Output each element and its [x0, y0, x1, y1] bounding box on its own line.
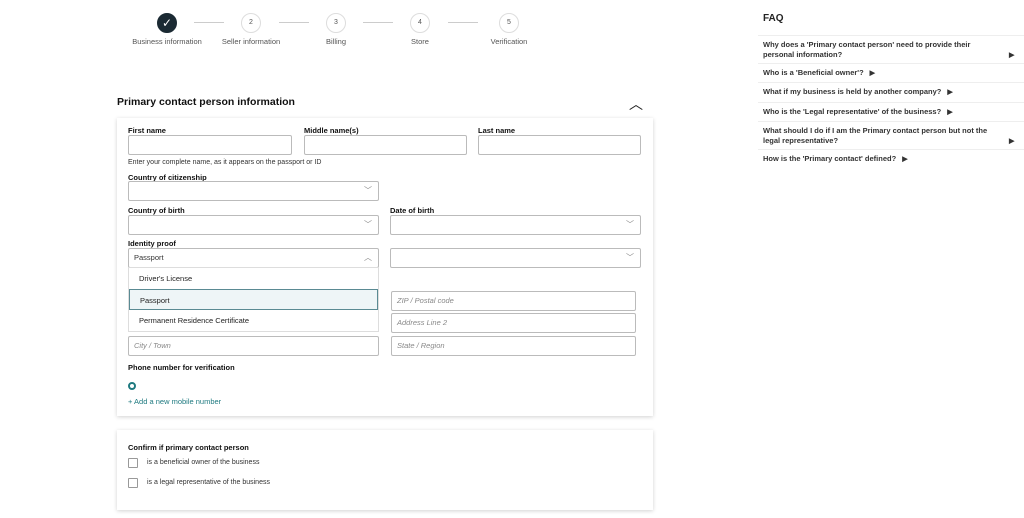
identity-value: Passport — [134, 253, 164, 262]
chevron-down-icon: ﹀ — [626, 220, 634, 229]
dob-label: Date of birth — [390, 206, 435, 215]
faq-text: How is the 'Primary contact' defined? — [763, 154, 897, 163]
step-number: 3 — [326, 13, 346, 33]
confirm-card — [117, 430, 653, 510]
middle-name-label: Middle name(s) — [304, 126, 359, 135]
option-drivers-license[interactable]: Driver's License — [129, 268, 378, 289]
name-hint: Enter your complete name, as it appears … — [128, 159, 322, 166]
caret-right-icon: ▶ — [1009, 138, 1015, 145]
confirm-title: Confirm if primary contact person — [128, 443, 249, 452]
check-icon: ✓ — [157, 13, 177, 33]
identity-proof-dropdown: Driver's License Passport Permanent Resi… — [128, 267, 379, 332]
collapse-chevron-icon[interactable]: ︿ — [629, 94, 643, 114]
first-name-label: First name — [128, 126, 166, 135]
chevron-up-icon: ︿ — [364, 253, 372, 262]
identity-proof-select[interactable]: Passport ︿ — [128, 248, 379, 268]
caret-right-icon: ▶ — [902, 156, 908, 163]
step-label: Seller information — [221, 37, 281, 46]
faq-item[interactable]: Why does a 'Primary contact person' need… — [758, 35, 1024, 65]
step-2: 2 Seller information — [211, 13, 291, 47]
faq-title: FAQ — [763, 13, 784, 24]
phone-radio[interactable] — [128, 382, 136, 390]
faq-item[interactable]: What if my business is held by another c… — [758, 82, 1024, 102]
chevron-down-icon: ﹀ — [626, 253, 634, 262]
caret-right-icon: ▶ — [947, 89, 953, 96]
caret-right-icon: ▶ — [947, 109, 953, 116]
caret-right-icon: ▶ — [1009, 52, 1015, 59]
caret-right-icon: ▶ — [869, 70, 876, 77]
faq-text: Why does a 'Primary contact person' need… — [763, 40, 971, 59]
last-name-label: Last name — [478, 126, 516, 135]
faq-text: What should I do if I am the Primary con… — [763, 126, 988, 145]
id-country-select[interactable]: ﹀ — [390, 248, 641, 268]
step-5: 5 Verification — [469, 13, 549, 47]
section-title: Primary contact person information — [117, 96, 295, 108]
step-number: 5 — [499, 13, 519, 33]
dob-select[interactable]: ﹀ — [390, 215, 641, 235]
city-input[interactable]: City / Town — [128, 336, 379, 356]
chevron-down-icon: ﹀ — [364, 186, 372, 195]
step-label: Billing — [325, 37, 346, 46]
faq-text: Who is a 'Beneficial owner'? — [763, 68, 864, 77]
last-name-input[interactable] — [478, 135, 641, 155]
zip-input[interactable]: ZIP / Postal code — [391, 291, 636, 311]
add-mobile-link[interactable]: + Add a new mobile number — [128, 397, 221, 406]
state-input[interactable]: State / Region — [391, 336, 636, 356]
citizenship-select[interactable]: ﹀ — [128, 181, 379, 201]
beneficial-owner-label: is a beneficial owner of the business — [147, 459, 260, 466]
option-passport[interactable]: Passport — [129, 289, 378, 310]
address-line-2-input[interactable]: Address Line 2 — [391, 313, 636, 333]
chevron-down-icon: ﹀ — [364, 220, 372, 229]
beneficial-owner-checkbox[interactable] — [128, 458, 138, 468]
birth-country-select[interactable]: ﹀ — [128, 215, 379, 235]
step-1: ✓ Business information — [127, 13, 207, 47]
step-label: Store — [411, 37, 429, 46]
step-label: Business information — [132, 37, 202, 46]
middle-name-input[interactable] — [304, 135, 467, 155]
faq-item[interactable]: Who is a 'Beneficial owner'? ▶ — [758, 63, 1024, 83]
legal-rep-label: is a legal representative of the busines… — [147, 479, 270, 486]
faq-item[interactable]: Who is the 'Legal representative' of the… — [758, 102, 1024, 122]
phone-label: Phone number for verification — [128, 363, 235, 372]
faq-item[interactable]: What should I do if I am the Primary con… — [758, 121, 1024, 151]
option-permanent-residence[interactable]: Permanent Residence Certificate — [129, 310, 378, 331]
first-name-input[interactable] — [128, 135, 292, 155]
step-number: 2 — [241, 13, 261, 33]
step-label: Verification — [490, 37, 528, 46]
identity-proof-label: Identity proof — [128, 239, 176, 248]
faq-text: What if my business is held by another c… — [763, 87, 942, 96]
faq-text: Who is the 'Legal representative' of the… — [763, 107, 942, 116]
legal-rep-checkbox[interactable] — [128, 478, 138, 488]
birth-country-label: Country of birth — [128, 206, 185, 215]
step-number: 4 — [410, 13, 430, 33]
faq-item[interactable]: How is the 'Primary contact' defined? ▶ — [758, 149, 1024, 169]
step-3: 3 Billing — [296, 13, 376, 47]
step-4: 4 Store — [380, 13, 460, 47]
